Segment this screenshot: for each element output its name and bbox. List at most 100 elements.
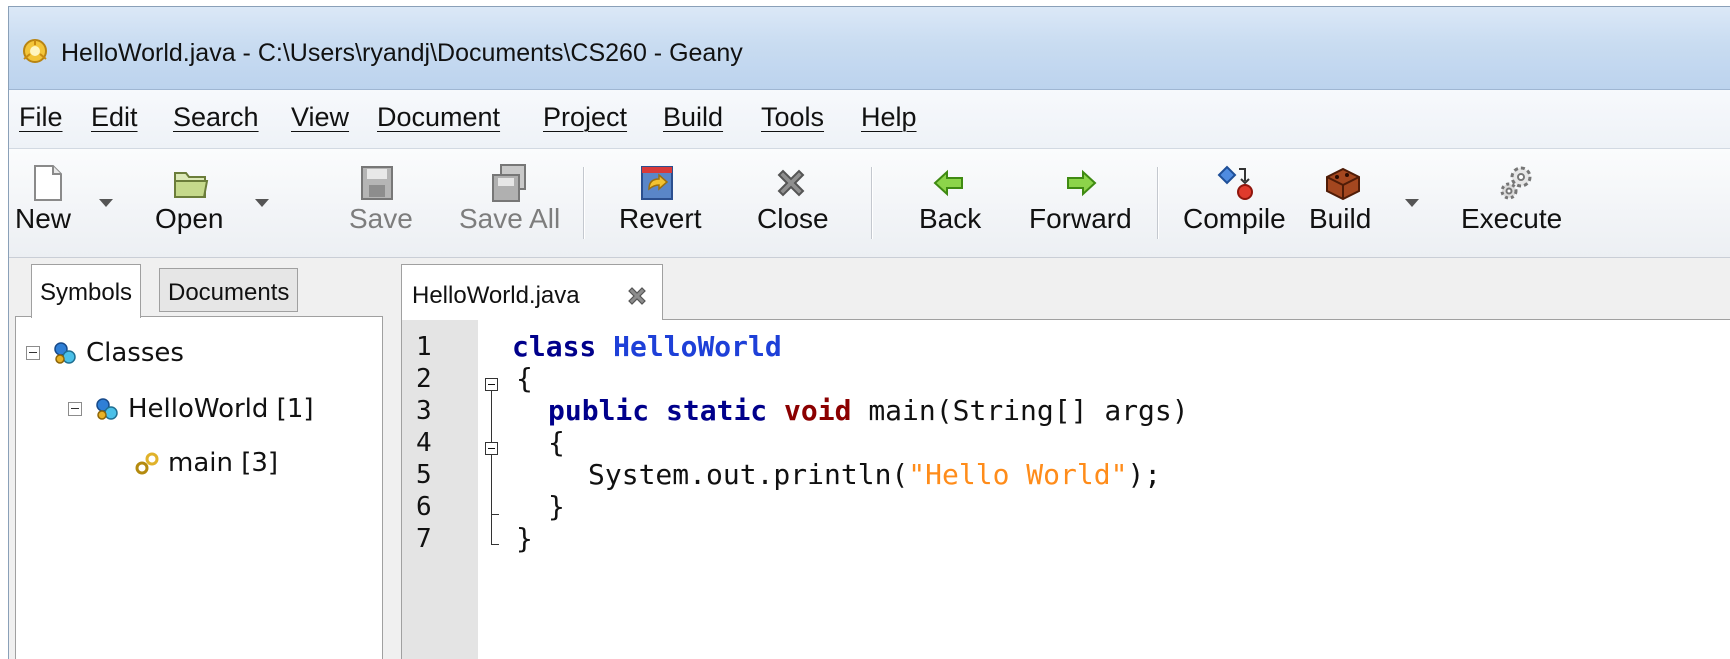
code-editor[interactable]: 1 2 3 4 5 6 7 class HelloWorld { public … <box>401 319 1730 659</box>
class-name: HelloWorld <box>613 330 782 363</box>
close-x-icon <box>777 169 805 197</box>
fold-toggle[interactable] <box>485 442 498 455</box>
code-text: ); <box>1127 458 1162 491</box>
new-button[interactable]: New <box>13 149 89 257</box>
method-icon <box>135 452 159 475</box>
new-dropdown-arrow[interactable] <box>99 199 113 207</box>
editor-tab-helloworld[interactable]: HelloWorld.java <box>401 264 663 320</box>
build-label: Build <box>1309 203 1372 234</box>
fold-margin <box>480 320 508 659</box>
window-title: HelloWorld.java - C:\Users\ryandj\Docume… <box>61 39 743 67</box>
compile-icon <box>1217 165 1253 200</box>
geany-window: HelloWorld.java - C:\Users\ryandj\Docume… <box>8 6 1730 659</box>
menu-file[interactable]: File <box>19 102 63 133</box>
tab-documents[interactable]: Documents <box>159 268 299 312</box>
tab-symbols[interactable]: Symbols <box>31 264 142 318</box>
revert-icon <box>641 166 673 200</box>
class-icon <box>96 398 118 420</box>
line-number: 6 <box>416 492 432 522</box>
revert-button[interactable]: Revert <box>613 149 703 257</box>
build-brick-icon <box>1326 167 1360 201</box>
tree-node-main[interactable]: main [3] <box>134 443 278 483</box>
line-number: 3 <box>416 396 432 426</box>
symbols-tree: Classes HelloWorld [1] main [3] <box>15 316 383 659</box>
toolbar-separator <box>1157 167 1159 239</box>
menu-tools[interactable]: Tools <box>761 102 824 133</box>
forward-arrow-icon <box>1067 169 1097 197</box>
fold-end <box>491 514 499 515</box>
editor-tab-label: HelloWorld.java <box>412 282 580 309</box>
fold-line <box>491 455 492 545</box>
collapse-icon[interactable] <box>26 346 40 360</box>
execute-gears-icon <box>1500 166 1532 200</box>
back-arrow-icon <box>933 169 963 197</box>
code-line-1: class HelloWorld <box>512 330 782 363</box>
new-file-icon <box>34 165 62 201</box>
main-toolbar: New Open Save Save All Revert Close Back… <box>9 149 1730 258</box>
keyword: void <box>784 394 852 427</box>
tab-close-icon[interactable] <box>626 285 648 307</box>
open-button[interactable]: Open <box>149 149 239 257</box>
close-button[interactable]: Close <box>749 149 839 257</box>
line-number-gutter: 1 2 3 4 5 6 7 <box>402 320 478 659</box>
save-all-icon <box>492 164 526 202</box>
menu-edit[interactable]: Edit <box>91 102 138 133</box>
code-line-7: } <box>516 522 533 555</box>
save-label: Save <box>349 203 413 234</box>
menu-document[interactable]: Document <box>377 102 500 133</box>
back-button[interactable]: Back <box>909 149 989 257</box>
line-number: 5 <box>416 460 432 490</box>
save-all-label: Save All <box>459 203 561 234</box>
save-button[interactable]: Save <box>337 149 413 257</box>
save-disk-icon <box>361 166 393 200</box>
fold-line <box>491 391 492 442</box>
code-line-2: { <box>516 362 533 395</box>
menu-search[interactable]: Search <box>173 102 259 133</box>
execute-button[interactable]: Execute <box>1457 149 1567 257</box>
tree-node-classes[interactable]: Classes <box>26 333 184 373</box>
code-line-4: { <box>548 426 565 459</box>
fold-toggle[interactable] <box>485 378 498 391</box>
fold-end <box>491 544 499 545</box>
sidebar: Symbols Documents Classes HelloWorld [1]… <box>9 258 389 659</box>
open-label: Open <box>155 203 224 234</box>
revert-label: Revert <box>619 203 702 234</box>
forward-label: Forward <box>1029 203 1132 234</box>
line-number: 1 <box>416 332 432 362</box>
menu-build[interactable]: Build <box>663 102 723 133</box>
save-all-button[interactable]: Save All <box>453 149 561 257</box>
collapse-icon[interactable] <box>68 402 82 416</box>
tree-label: HelloWorld [1] <box>128 394 314 424</box>
menu-project[interactable]: Project <box>543 102 627 133</box>
classes-icon <box>54 342 76 364</box>
forward-button[interactable]: Forward <box>1019 149 1139 257</box>
tree-label: Classes <box>86 338 184 368</box>
close-label: Close <box>757 203 829 234</box>
code-line-6: } <box>548 490 565 523</box>
line-number: 2 <box>416 364 432 394</box>
line-number: 7 <box>416 524 432 554</box>
string-literal: "Hello World" <box>908 458 1128 491</box>
open-dropdown-arrow[interactable] <box>255 199 269 207</box>
build-button[interactable]: Build <box>1305 149 1385 257</box>
code-text: main(String[] args) <box>851 394 1189 427</box>
compile-button[interactable]: Compile <box>1177 149 1289 257</box>
toolbar-separator <box>583 167 585 239</box>
build-dropdown-arrow[interactable] <box>1405 199 1419 207</box>
code-text: System.out.println( <box>588 458 909 491</box>
menu-help[interactable]: Help <box>861 102 917 133</box>
open-folder-icon <box>174 172 209 198</box>
menu-view[interactable]: View <box>291 102 349 133</box>
keyword: class <box>512 330 597 363</box>
code-line-5: System.out.println("Hello World"); <box>588 458 1161 491</box>
compile-label: Compile <box>1183 203 1286 234</box>
keyword: public <box>548 394 650 427</box>
line-number: 4 <box>416 428 432 458</box>
back-label: Back <box>919 203 982 234</box>
code-line-3: public static void main(String[] args) <box>548 394 1189 427</box>
new-label: New <box>15 203 72 234</box>
tree-node-helloworld[interactable]: HelloWorld [1] <box>68 389 314 429</box>
menu-bar: File Edit Search View Document Project B… <box>9 90 1730 149</box>
keyword: static <box>666 394 768 427</box>
tree-label: main [3] <box>168 448 279 478</box>
